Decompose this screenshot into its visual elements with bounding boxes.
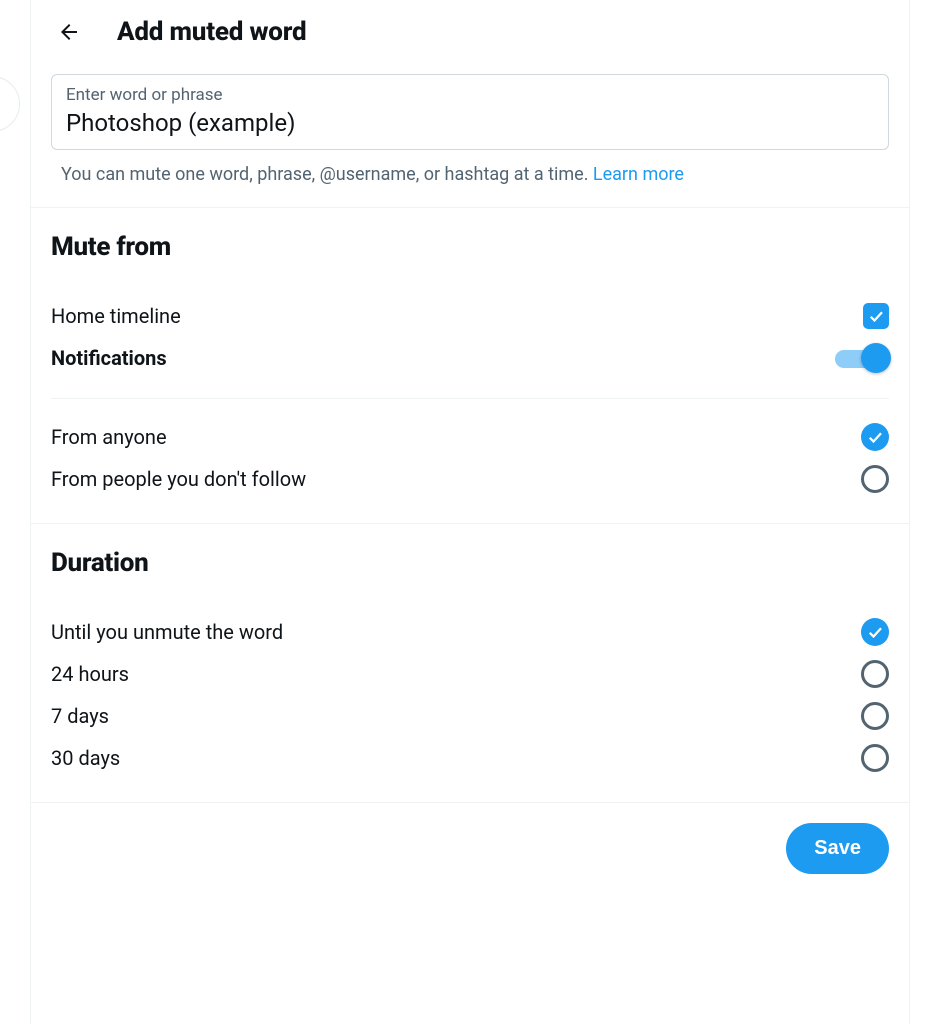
duration-24h-label: 24 hours bbox=[51, 662, 129, 686]
notifications-toggle[interactable] bbox=[833, 343, 889, 373]
footer: Save bbox=[31, 803, 909, 894]
add-muted-word-panel: Add muted word Enter word or phrase You … bbox=[30, 0, 910, 1024]
decorative-circle bbox=[0, 76, 20, 132]
home-timeline-label: Home timeline bbox=[51, 304, 181, 328]
duration-forever-row[interactable]: Until you unmute the word bbox=[51, 612, 889, 652]
duration-7d-label: 7 days bbox=[51, 704, 109, 728]
from-not-following-radio[interactable] bbox=[861, 465, 889, 493]
helper-text-body: You can mute one word, phrase, @username… bbox=[61, 164, 593, 185]
duration-title: Duration bbox=[51, 548, 889, 578]
notifications-row[interactable]: Notifications bbox=[51, 338, 889, 378]
page-title: Add muted word bbox=[117, 17, 306, 47]
from-not-following-label: From people you don't follow bbox=[51, 467, 306, 491]
duration-30d-row[interactable]: 30 days bbox=[51, 738, 889, 778]
home-timeline-row[interactable]: Home timeline bbox=[51, 296, 889, 336]
word-input-label: Enter word or phrase bbox=[66, 85, 874, 105]
word-input-wrap[interactable]: Enter word or phrase bbox=[51, 74, 889, 150]
duration-forever-label: Until you unmute the word bbox=[51, 620, 283, 644]
duration-24h-row[interactable]: 24 hours bbox=[51, 654, 889, 694]
duration-30d-radio[interactable] bbox=[861, 744, 889, 772]
word-input-section: Enter word or phrase You can mute one wo… bbox=[31, 74, 909, 208]
mute-from-title: Mute from bbox=[51, 232, 889, 262]
toggle-knob bbox=[861, 343, 891, 373]
mute-from-section: Mute from Home timeline Notifications Fr… bbox=[31, 208, 909, 524]
from-anyone-row[interactable]: From anyone bbox=[51, 417, 889, 457]
from-anyone-radio[interactable] bbox=[861, 423, 889, 451]
arrow-left-icon bbox=[57, 20, 81, 44]
duration-30d-label: 30 days bbox=[51, 746, 120, 770]
check-icon bbox=[866, 428, 884, 446]
word-input[interactable] bbox=[66, 109, 874, 137]
check-icon bbox=[867, 307, 885, 325]
notifications-from-group: From anyone From people you don't follow bbox=[51, 398, 889, 499]
duration-24h-radio[interactable] bbox=[861, 660, 889, 688]
back-button[interactable] bbox=[51, 14, 87, 50]
check-icon bbox=[866, 623, 884, 641]
duration-forever-radio[interactable] bbox=[861, 618, 889, 646]
learn-more-link[interactable]: Learn more bbox=[593, 164, 684, 185]
duration-7d-row[interactable]: 7 days bbox=[51, 696, 889, 736]
helper-text: You can mute one word, phrase, @username… bbox=[51, 158, 889, 187]
duration-section: Duration Until you unmute the word 24 ho… bbox=[31, 524, 909, 803]
notifications-label: Notifications bbox=[51, 346, 167, 370]
header: Add muted word bbox=[31, 0, 909, 74]
home-timeline-checkbox[interactable] bbox=[863, 303, 889, 329]
duration-7d-radio[interactable] bbox=[861, 702, 889, 730]
from-anyone-label: From anyone bbox=[51, 425, 167, 449]
save-button[interactable]: Save bbox=[786, 823, 889, 874]
from-not-following-row[interactable]: From people you don't follow bbox=[51, 459, 889, 499]
